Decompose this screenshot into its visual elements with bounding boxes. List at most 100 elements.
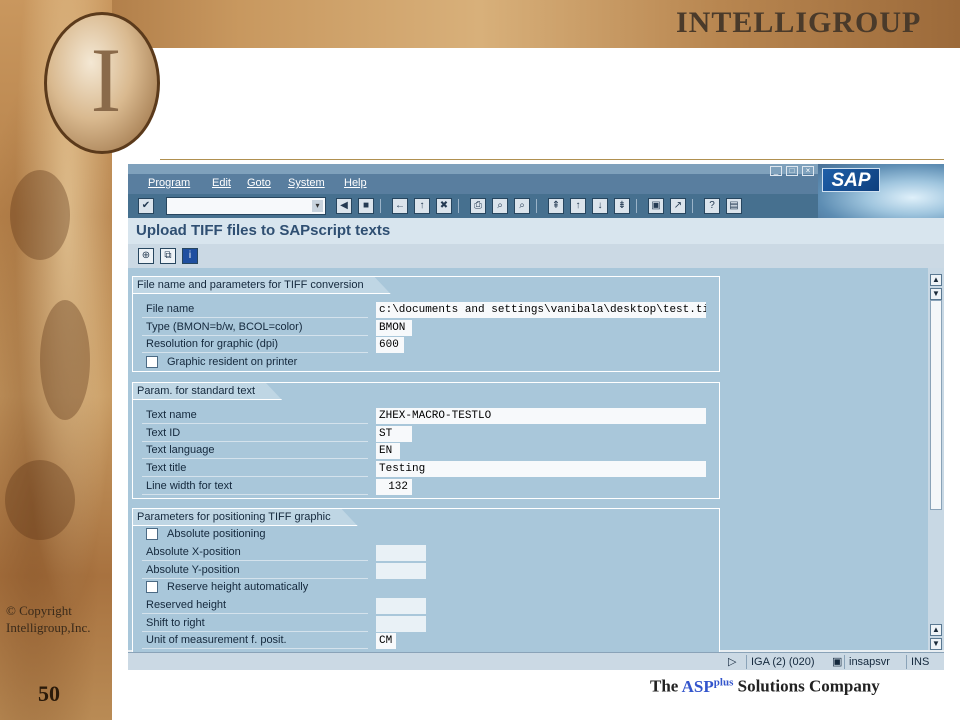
type-field[interactable]: BMON [376, 320, 412, 336]
back-arrow-icon[interactable]: ◀ [336, 198, 352, 214]
file-name-label: File name [142, 301, 368, 318]
map-decoration [40, 300, 90, 420]
maximize-icon[interactable]: □ [786, 166, 798, 176]
scroll-down-icon[interactable]: ▼ [930, 638, 942, 650]
copyright-line: © Copyright [6, 603, 72, 618]
exit-icon[interactable]: ↑ [414, 198, 430, 214]
toolbar-separator [692, 199, 693, 213]
unit-label: Unit of measurement f. posit. [142, 632, 368, 649]
map-decoration [10, 170, 70, 260]
command-field[interactable]: ▾ [166, 197, 326, 215]
y-position-field[interactable] [376, 563, 426, 579]
group-positioning: Parameters for positioning TIFF graphic … [132, 508, 720, 654]
group-file-parameters: File name and parameters for TIFF conver… [132, 276, 720, 372]
absolute-positioning-label: Absolute positioning [167, 528, 266, 540]
variant-icon[interactable]: ⧉ [160, 248, 176, 264]
shortcut-icon[interactable]: ↗ [670, 198, 686, 214]
menu-edit[interactable]: Edit [212, 177, 231, 189]
resident-checkbox[interactable] [146, 356, 158, 368]
tagline-pre: The [650, 676, 682, 696]
help-icon[interactable]: ? [704, 198, 720, 214]
menu-program[interactable]: Program [148, 177, 190, 189]
divider [160, 159, 944, 160]
tagline-asp-text: ASP [681, 676, 714, 696]
row-resident: Graphic resident on printer [142, 354, 712, 371]
execute-icon[interactable]: ⊕ [138, 248, 154, 264]
scroll-page-down-icon[interactable]: ▼ [930, 288, 942, 300]
text-name-field[interactable]: ZHEX-MACRO-TESTLO [376, 408, 706, 424]
toolbar-separator [636, 199, 637, 213]
layout-menu-icon[interactable]: ▤ [726, 198, 742, 214]
row-type: Type (BMON=b/w, BCOL=color) BMON [142, 319, 712, 336]
text-id-field[interactable]: ST [376, 426, 412, 442]
row-shift-right: Shift to right [142, 615, 712, 632]
prev-page-icon[interactable]: ↑ [570, 198, 586, 214]
print-icon[interactable]: ⎙ [470, 198, 486, 214]
scroll-up-icon[interactable]: ▲ [930, 274, 942, 286]
file-name-field[interactable]: c:\documents and settings\vanibala\deskt… [376, 302, 706, 318]
text-title-field[interactable]: Testing [376, 461, 706, 477]
row-resolution: Resolution for graphic (dpi) 600 [142, 336, 712, 353]
menu-system[interactable]: System [288, 177, 325, 189]
shift-right-label: Shift to right [142, 615, 368, 632]
group-standard-text: Param. for standard text Text name ZHEX-… [132, 382, 720, 499]
new-session-icon[interactable]: ▣ [648, 198, 664, 214]
absolute-positioning-checkbox[interactable] [146, 528, 158, 540]
row-unit: Unit of measurement f. posit. CM [142, 632, 712, 649]
type-label: Type (BMON=b/w, BCOL=color) [142, 319, 368, 336]
sap-window: Program Edit Goto System Help _ □ × SAP … [128, 164, 944, 670]
map-decoration [5, 460, 75, 540]
x-position-label: Absolute X-position [142, 544, 368, 561]
x-position-field[interactable] [376, 545, 426, 561]
brand-name: INTELLIGROUP [676, 6, 922, 39]
cancel-icon[interactable]: ✖ [436, 198, 452, 214]
resolution-field[interactable]: 600 [376, 337, 404, 353]
application-toolbar: ⊕ ⧉ i [128, 244, 944, 268]
selection-screen: File name and parameters for TIFF conver… [128, 268, 928, 654]
text-language-label: Text language [142, 442, 368, 459]
sap-logo-area: SAP [818, 164, 944, 220]
find-next-icon[interactable]: ⌕ [514, 198, 530, 214]
row-reserved-height: Reserved height [142, 597, 712, 614]
group-title: Parameters for positioning TIFF graphic [133, 509, 358, 526]
shift-right-field[interactable] [376, 616, 426, 632]
find-icon[interactable]: ⌕ [492, 198, 508, 214]
row-reserve-auto: Reserve height automatically [142, 579, 712, 596]
menu-goto[interactable]: Goto [247, 177, 271, 189]
scroll-page-up-icon[interactable]: ▲ [930, 624, 942, 636]
logo-letter: I [90, 29, 122, 131]
screen-title: Upload TIFF files to SAPscript texts [136, 222, 391, 239]
line-width-field[interactable]: 132 [376, 479, 412, 495]
save-icon[interactable]: ■ [358, 198, 374, 214]
toolbar-separator [380, 199, 381, 213]
unit-field[interactable]: CM [376, 633, 396, 649]
text-name-label: Text name [142, 407, 368, 424]
close-icon[interactable]: × [802, 166, 814, 176]
status-server: insapsvr [844, 655, 906, 669]
next-page-icon[interactable]: ↓ [592, 198, 608, 214]
last-page-icon[interactable]: ⇟ [614, 198, 630, 214]
vertical-scrollbar[interactable]: ▲ ▼ ▲ ▼ [928, 268, 944, 650]
row-text-title: Text title Testing [142, 460, 712, 477]
toolbar-separator [458, 199, 459, 213]
enter-icon[interactable]: ✔ [138, 198, 154, 214]
reserved-height-field[interactable] [376, 598, 426, 614]
copyright-line: Intelligroup,Inc. [6, 620, 91, 635]
text-language-field[interactable]: EN [376, 443, 400, 459]
minimize-icon[interactable]: _ [770, 166, 782, 176]
menu-help[interactable]: Help [344, 177, 367, 189]
status-info-icon[interactable]: ▣ [828, 655, 844, 669]
y-position-label: Absolute Y-position [142, 562, 368, 579]
group-title: File name and parameters for TIFF conver… [133, 277, 391, 294]
toolbar-separator [536, 199, 537, 213]
back-icon[interactable]: ← [392, 198, 408, 214]
command-history-icon[interactable]: ▾ [312, 200, 323, 212]
reserve-height-checkbox[interactable] [146, 581, 158, 593]
first-page-icon[interactable]: ⇞ [548, 198, 564, 214]
row-text-language: Text language EN [142, 442, 712, 459]
copyright: © Copyright Intelligroup,Inc. [6, 602, 106, 636]
info-icon[interactable]: i [182, 248, 198, 264]
scroll-thumb[interactable] [930, 300, 942, 510]
row-x-position: Absolute X-position [142, 544, 712, 561]
status-expand-icon[interactable]: ▷ [728, 655, 742, 669]
